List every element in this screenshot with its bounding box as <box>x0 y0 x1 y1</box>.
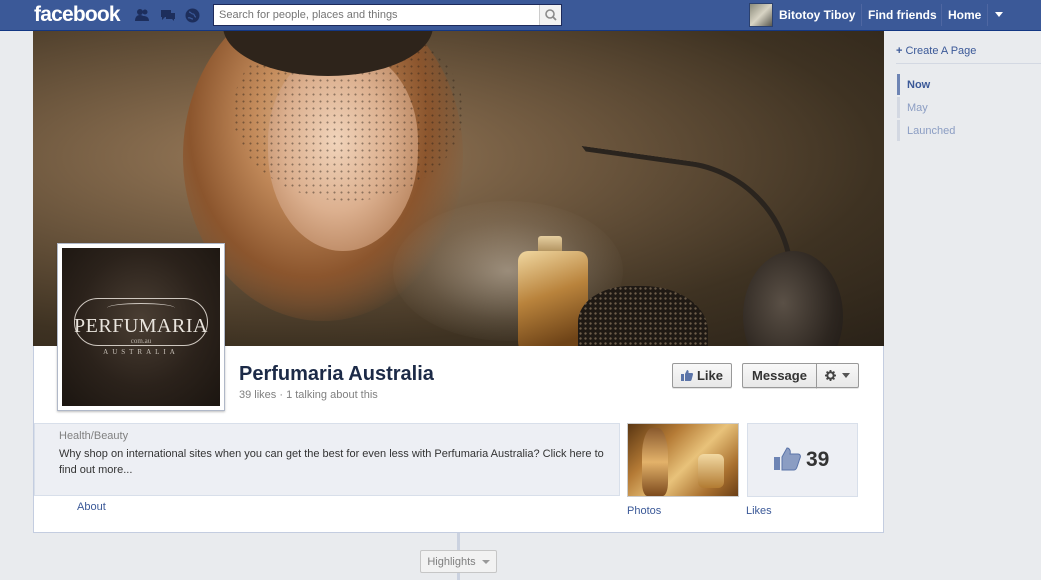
friend-requests-icon[interactable] <box>134 8 150 22</box>
notifications-globe-icon[interactable] <box>185 8 200 23</box>
photos-app-thumbnail[interactable] <box>627 423 739 497</box>
nav-divider <box>941 4 942 26</box>
account-menu-chevron-icon[interactable] <box>995 12 1003 17</box>
likes-count: 39 <box>806 448 830 471</box>
about-tab-link[interactable]: About <box>77 501 106 513</box>
user-profile-link[interactable] <box>749 3 773 27</box>
nav-divider <box>987 4 988 26</box>
search-button[interactable] <box>539 5 561 25</box>
message-button-label: Message <box>752 368 807 383</box>
find-friends-link[interactable]: Find friends <box>868 8 937 22</box>
plus-icon: + <box>896 45 903 57</box>
rail-divider <box>896 63 1041 64</box>
logo-subtext: com.au <box>130 337 152 345</box>
facebook-logo[interactable]: facebook <box>34 3 121 27</box>
likes-app-label[interactable]: Likes <box>746 505 772 517</box>
timeline-nav-may[interactable]: May <box>907 102 928 114</box>
photo-figure <box>642 428 668 496</box>
chevron-down-icon <box>842 373 850 378</box>
top-navigation-bar: facebook Bitotoy Tiboy Find friends Home <box>0 0 1041 31</box>
photo-bottle <box>698 454 724 488</box>
page-description[interactable]: Why shop on international sites when you… <box>59 446 609 478</box>
logo-country: AUSTRALIA <box>103 348 179 356</box>
highlights-dropdown[interactable]: Highlights <box>420 550 497 573</box>
likes-app-box[interactable] <box>747 423 858 497</box>
page-options-button[interactable] <box>816 363 859 388</box>
timeline-nav-now[interactable]: Now <box>907 79 930 91</box>
search-input[interactable] <box>214 5 534 25</box>
brand-logo-image: PERFUMARIA com.au AUSTRALIA <box>62 248 220 406</box>
like-button[interactable]: Like <box>672 363 732 388</box>
nav-divider <box>861 4 862 26</box>
timeline-nav-bar-active <box>897 74 900 95</box>
thumbs-up-icon <box>774 447 801 471</box>
highlights-label: Highlights <box>427 555 476 568</box>
search-icon <box>545 9 557 21</box>
page-category: Health/Beauty <box>59 430 129 442</box>
user-avatar <box>749 3 773 27</box>
messages-icon[interactable] <box>160 8 176 22</box>
gear-icon <box>825 370 836 381</box>
photos-app-label[interactable]: Photos <box>627 505 661 517</box>
logo-swirl <box>107 303 175 313</box>
search-bar <box>213 4 562 26</box>
page-title[interactable]: Perfumaria Australia <box>239 363 434 386</box>
thumbs-up-icon <box>680 370 693 381</box>
user-name-link[interactable]: Bitotoy Tiboy <box>779 8 855 22</box>
timeline-nav-bar <box>897 97 900 118</box>
create-page-label: Create A Page <box>905 45 977 57</box>
home-link[interactable]: Home <box>948 8 981 22</box>
timeline-nav-launched[interactable]: Launched <box>907 125 955 137</box>
profile-picture[interactable]: PERFUMARIA com.au AUSTRALIA <box>57 243 225 411</box>
chevron-down-icon <box>481 559 490 564</box>
page-stats: 39 likes · 1 talking about this <box>239 389 378 401</box>
message-button[interactable]: Message <box>742 363 817 388</box>
logo-text: PERFUMARIA <box>74 315 208 337</box>
like-button-label: Like <box>696 368 723 383</box>
create-page-link[interactable]: + Create A Page <box>896 45 976 57</box>
timeline-nav-bar <box>897 120 900 141</box>
